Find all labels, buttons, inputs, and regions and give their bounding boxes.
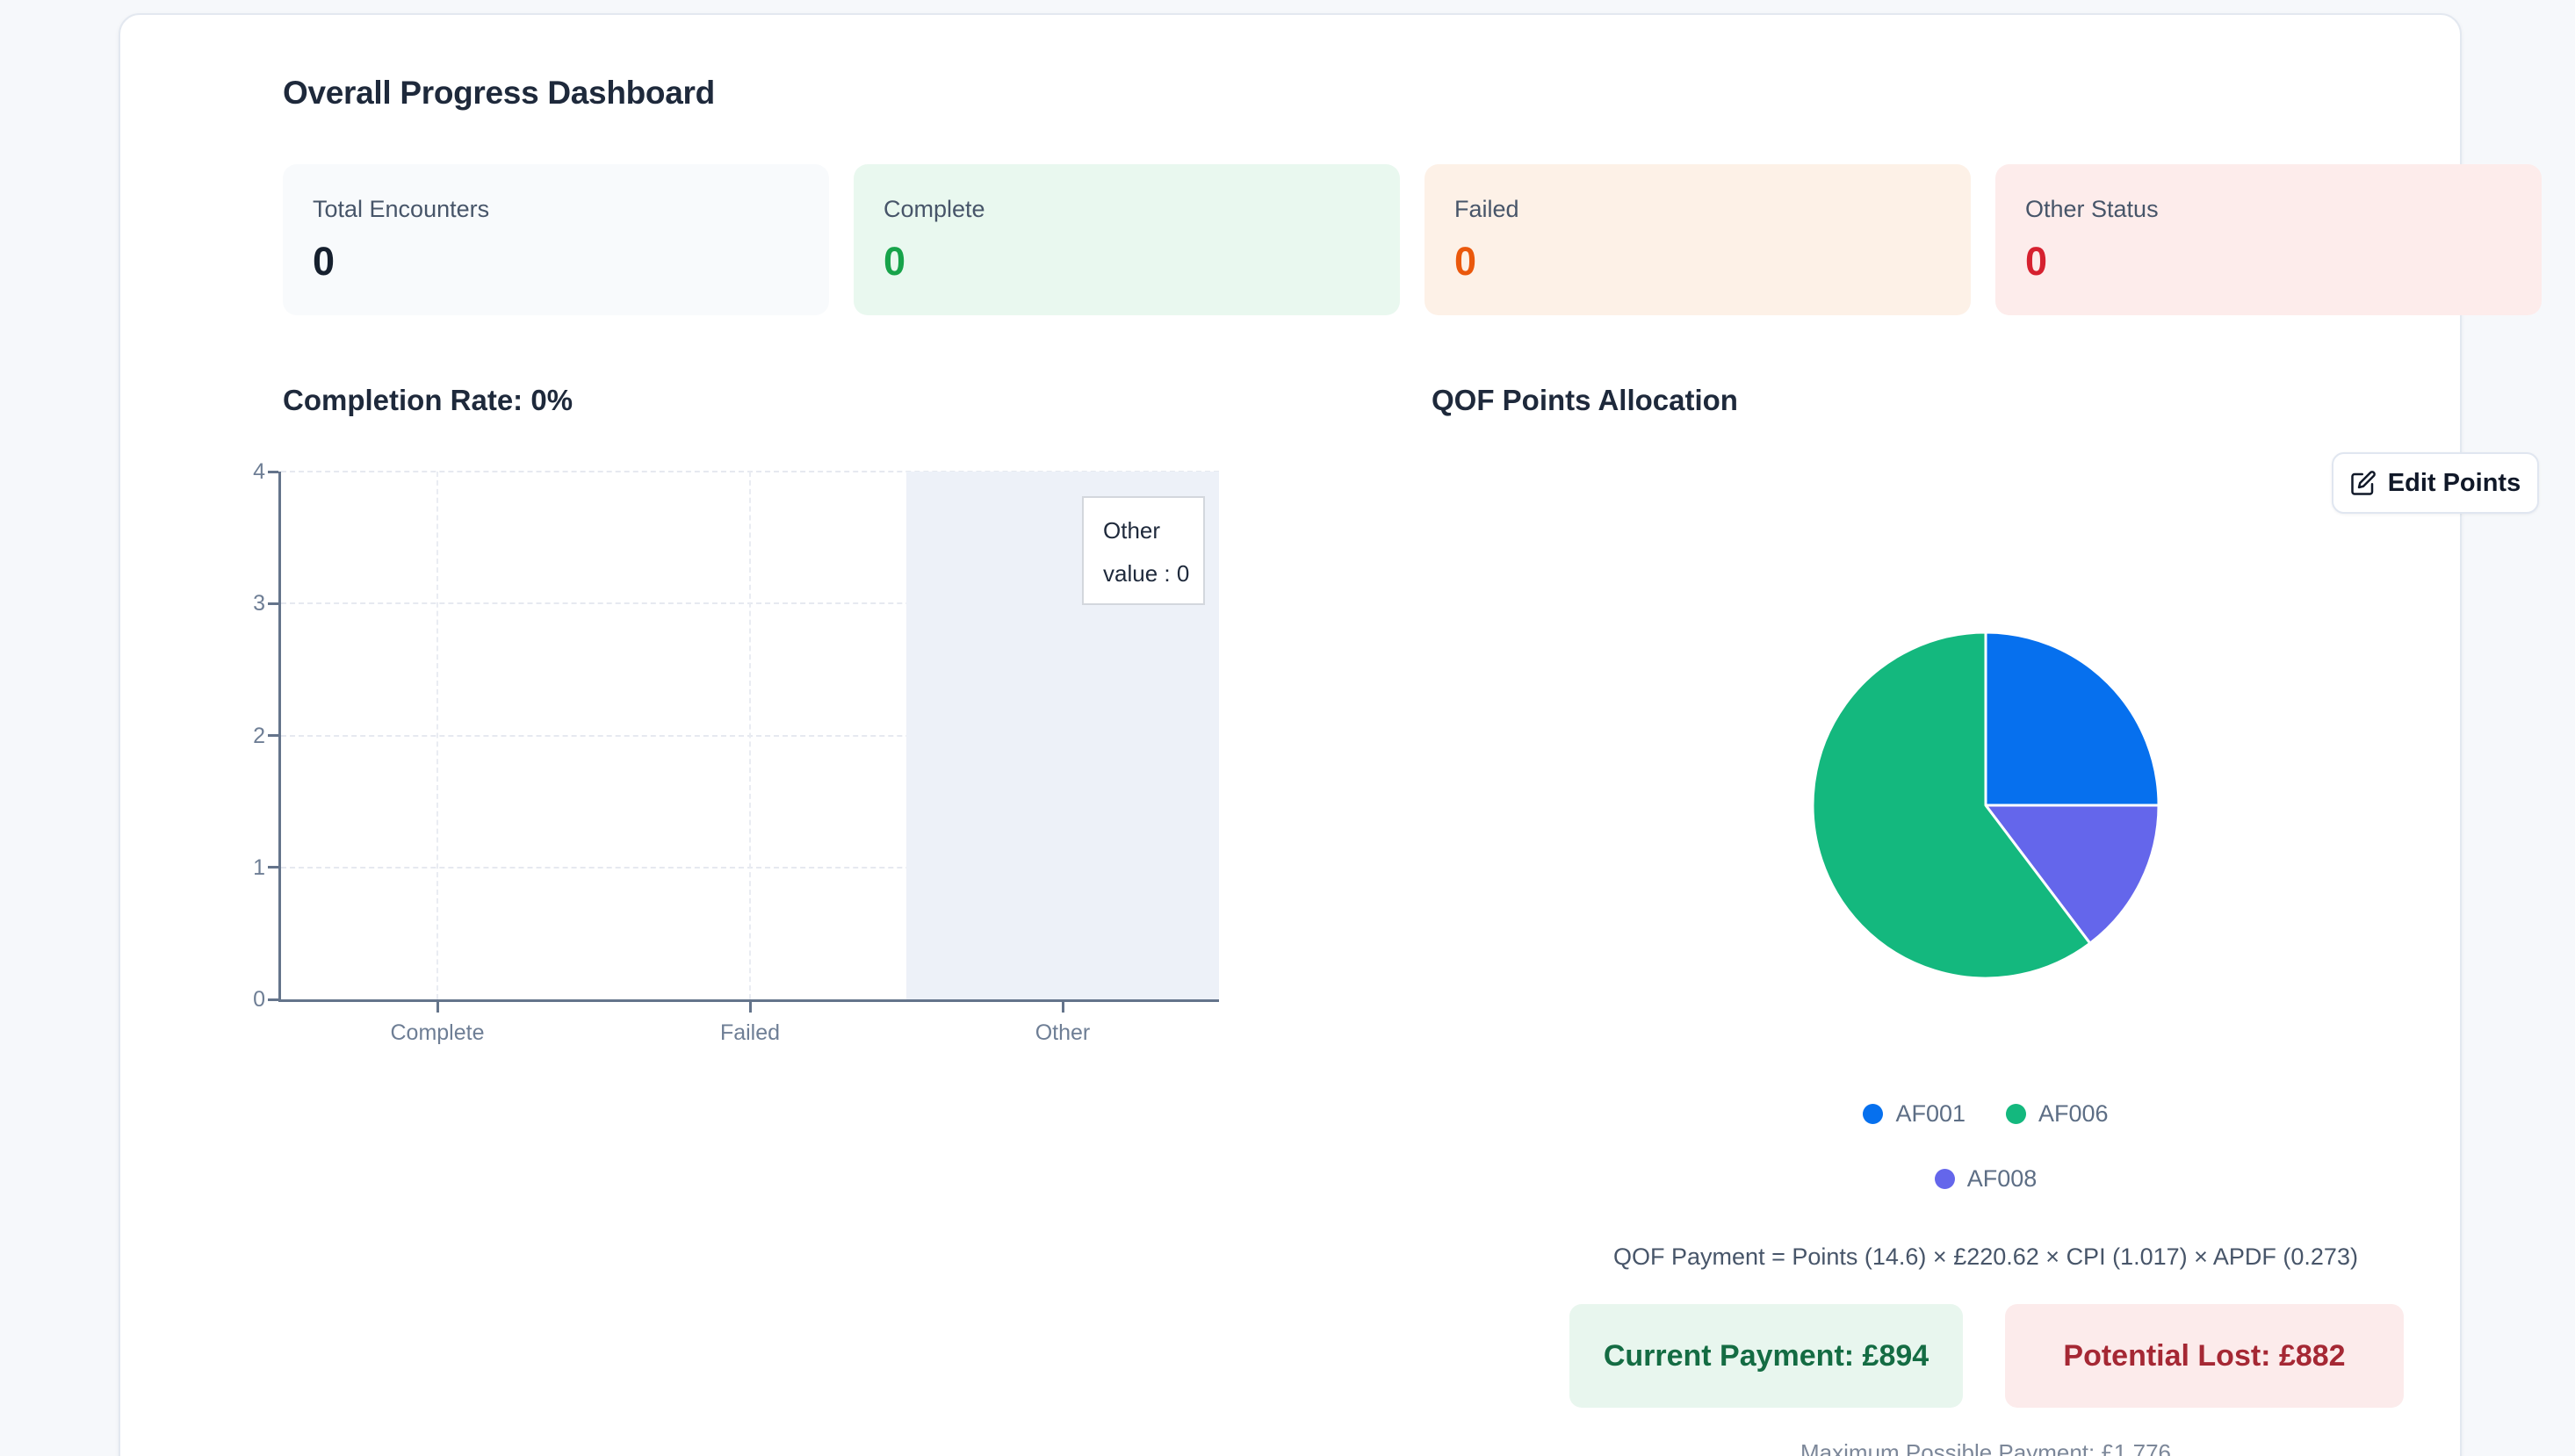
stat-card-other-status: Other Status 0 xyxy=(1995,164,2542,315)
legend-dot-af008 xyxy=(1934,1169,1955,1189)
stat-card-value: 0 xyxy=(2025,239,2048,284)
legend-dot-af001 xyxy=(1863,1104,1884,1124)
legend-item-af001: AF001 xyxy=(1863,1100,1966,1128)
stat-card-label: Failed xyxy=(1454,196,1519,222)
stat-card-total-encounters: Total Encounters 0 xyxy=(283,164,829,315)
legend-label: AF001 xyxy=(1895,1100,1966,1127)
legend-dot-af006 xyxy=(2006,1104,2026,1124)
stat-card-label: Total Encounters xyxy=(313,196,490,222)
stat-card-complete: Complete 0 xyxy=(854,164,1400,315)
completion-rate-heading: Completion Rate: 0% xyxy=(283,384,573,416)
legend-label: AF006 xyxy=(2038,1100,2109,1127)
legend-label: AF008 xyxy=(1966,1165,2038,1192)
pie-legend-row-2: AF008 xyxy=(1432,1165,2540,1193)
stat-card-label: Complete xyxy=(884,196,985,222)
stat-card-value: 0 xyxy=(884,239,906,284)
qof-payment-formula: QOF Payment = Points (14.6) × £220.62 × … xyxy=(1613,1243,2358,1270)
pie-legend-row-1: AF001 AF006 xyxy=(1432,1100,2540,1128)
stat-card-failed: Failed 0 xyxy=(1425,164,1971,315)
page-title: Overall Progress Dashboard xyxy=(283,75,715,111)
qof-pie-chart[interactable] xyxy=(1810,630,2161,981)
dashboard-root: Overall Progress Dashboard Total Encount… xyxy=(0,0,2575,1456)
stat-card-value: 0 xyxy=(1454,239,1477,284)
legend-item-af006: AF006 xyxy=(2006,1100,2109,1128)
max-payment-text: Maximum Possible Payment: £1,776 xyxy=(1800,1439,2171,1456)
pencil-square-icon xyxy=(2351,471,2376,495)
edit-points-button[interactable]: Edit Points xyxy=(2332,452,2539,514)
stat-card-value: 0 xyxy=(313,239,335,284)
potential-lost-box: Potential Lost: £882 xyxy=(2005,1304,2404,1408)
edit-points-label: Edit Points xyxy=(2387,468,2521,497)
legend-item-af008: AF008 xyxy=(1934,1165,2038,1193)
chart-plot-area[interactable] xyxy=(281,472,1219,999)
qof-points-heading: QOF Points Allocation xyxy=(1432,384,1738,416)
stat-card-label: Other Status xyxy=(2025,196,2159,222)
pie-slice-af001[interactable] xyxy=(1984,631,2160,807)
current-payment-box: Current Payment: £894 xyxy=(1569,1304,1963,1408)
